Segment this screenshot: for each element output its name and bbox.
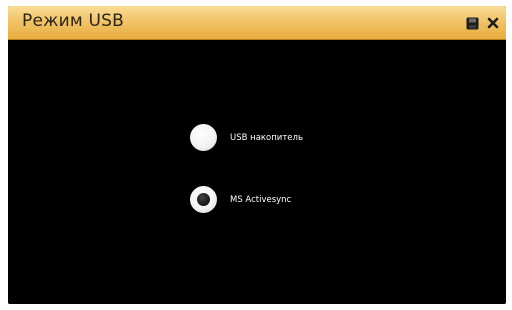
usb-mode-options: USB накопитель MS Activesync <box>8 40 506 304</box>
option-label: USB накопитель <box>230 132 303 143</box>
option-label: MS Activesync <box>230 194 292 205</box>
radio-selected-dot <box>197 193 210 206</box>
title-bar-controls <box>465 15 500 31</box>
window-title: Режим USB <box>22 11 124 31</box>
option-usb-storage[interactable]: USB накопитель <box>190 124 303 151</box>
device-screen: Режим USB USB накопитель MS Activesync <box>8 6 506 304</box>
radio-button-usb-storage[interactable] <box>190 124 217 151</box>
title-bar: Режим USB <box>8 6 506 40</box>
close-icon[interactable] <box>486 16 500 30</box>
option-ms-activesync[interactable]: MS Activesync <box>190 186 291 213</box>
radio-button-ms-activesync[interactable] <box>190 186 217 213</box>
save-icon[interactable] <box>465 16 479 30</box>
